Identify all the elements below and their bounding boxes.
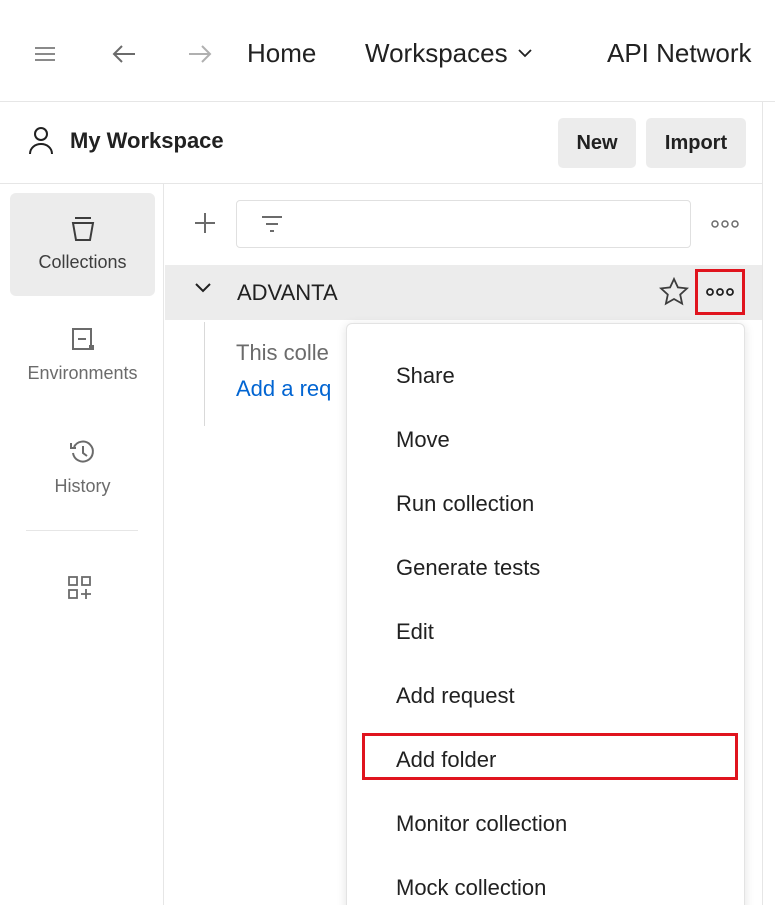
add-workbench-icon[interactable]: [66, 574, 98, 606]
sidebar-item-label: Environments: [27, 363, 138, 383]
menu-item-add-folder[interactable]: Add folder: [347, 730, 746, 790]
sidebar-item-history[interactable]: History: [10, 416, 155, 519]
tree-guide-line: [204, 322, 205, 426]
postman-app: Home Workspaces API Network My Workspace…: [0, 0, 775, 905]
chevron-down-icon: [517, 49, 532, 58]
menu-item-monitor-collection[interactable]: Monitor collection: [347, 794, 746, 854]
collection-name: ADVANTA: [237, 280, 338, 305]
collection-context-menu: Share Move Run collection Generate tests…: [346, 323, 745, 905]
pane-divider: [762, 102, 763, 905]
import-button[interactable]: Import: [646, 118, 746, 168]
menu-item-mock-collection[interactable]: Mock collection: [347, 858, 746, 905]
menu-item-run-collection[interactable]: Run collection: [347, 474, 746, 534]
menu-item-share[interactable]: Share: [347, 346, 746, 406]
sidebar-item-collections[interactable]: Collections: [10, 193, 155, 296]
sidebar-item-environments[interactable]: Environments: [10, 304, 155, 407]
arrow-right-icon[interactable]: [180, 34, 220, 74]
empty-collection-text: This colle: [236, 340, 329, 365]
menu-item-move[interactable]: Move: [347, 410, 746, 470]
nav-home-label: Home: [247, 38, 317, 68]
nav-home[interactable]: Home: [247, 38, 316, 69]
collections-icon: [71, 217, 94, 241]
menu-item-edit[interactable]: Edit: [347, 602, 746, 662]
nav-workspaces[interactable]: Workspaces: [365, 38, 532, 69]
filter-icon: [262, 216, 282, 232]
hamburger-icon[interactable]: [25, 34, 65, 74]
workspace-header: My Workspace New Import: [0, 102, 762, 184]
sidebar-rail: Collections Environments History: [0, 184, 164, 905]
menu-item-add-request[interactable]: Add request: [347, 666, 746, 726]
sidebar-item-label: History: [54, 476, 111, 496]
nav-api-network[interactable]: API Network: [607, 38, 752, 69]
nav-api-network-label: API Network: [607, 38, 752, 68]
workspace-title-label: My Workspace: [70, 128, 224, 153]
rail-divider: [26, 530, 138, 531]
arrow-left-icon[interactable]: [104, 34, 144, 74]
add-request-link[interactable]: Add a req: [236, 376, 331, 402]
collection-row[interactable]: ADVANTA: [165, 265, 762, 320]
top-header: Home Workspaces API Network: [0, 0, 775, 102]
chevron-down-icon[interactable]: [195, 283, 211, 293]
nav-workspaces-label: Workspaces: [365, 38, 508, 68]
plus-icon[interactable]: [188, 206, 222, 240]
environments-icon: [71, 328, 94, 350]
new-button[interactable]: New: [558, 118, 636, 168]
collection-more-options-icon[interactable]: [695, 269, 745, 315]
user-icon: [29, 127, 53, 155]
history-icon: [69, 440, 94, 463]
sidebar-item-label: Collections: [38, 252, 127, 272]
workspace-title[interactable]: My Workspace: [28, 126, 224, 156]
more-options-icon[interactable]: [708, 210, 742, 238]
filter-input[interactable]: [236, 200, 691, 248]
menu-item-generate-tests[interactable]: Generate tests: [347, 538, 746, 598]
star-icon[interactable]: [659, 277, 689, 307]
